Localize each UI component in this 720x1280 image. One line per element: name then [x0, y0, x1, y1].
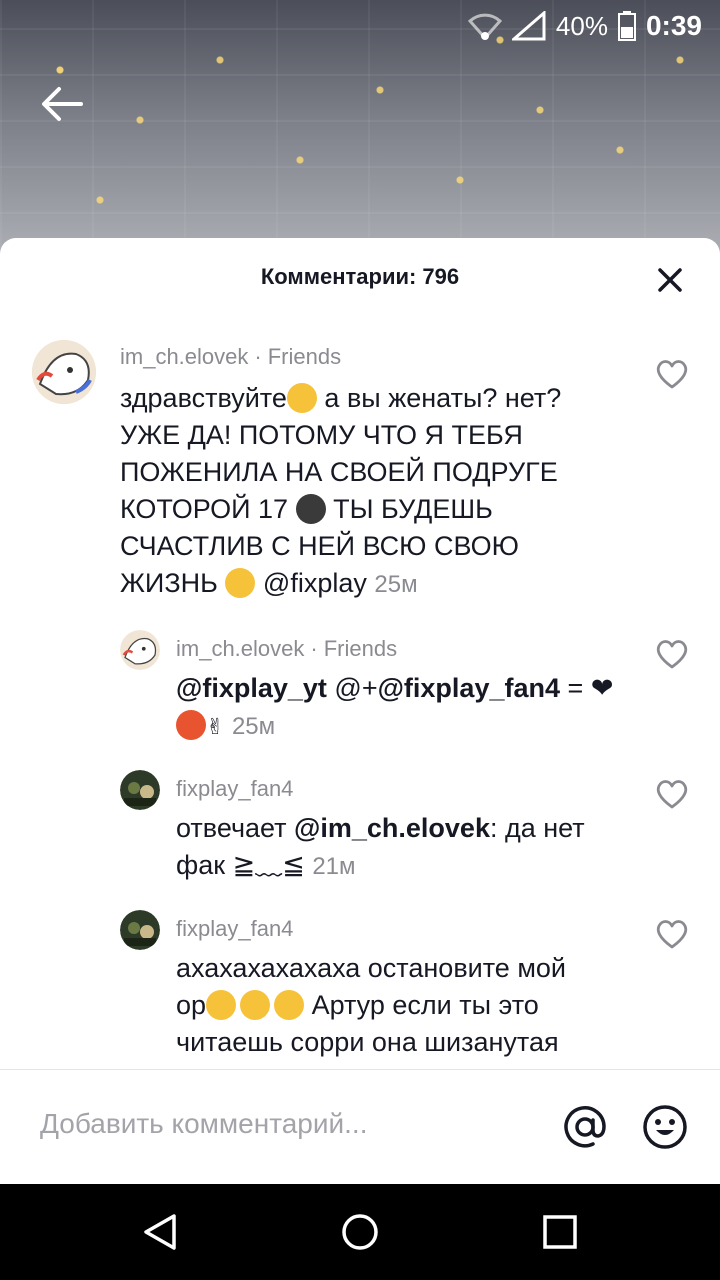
avatar[interactable] — [120, 910, 160, 950]
mention-link[interactable]: @fixplay_fan4 — [378, 673, 560, 703]
like-button[interactable] — [654, 356, 690, 392]
mention-link[interactable]: @im_ch.elovek — [294, 813, 490, 843]
comment-time: 21м — [312, 853, 356, 880]
dark-moon-emoji-icon — [295, 494, 326, 524]
heart-icon — [656, 640, 688, 669]
username-row: fixplay_fan4 — [176, 776, 293, 802]
back-button[interactable] — [38, 80, 86, 128]
nav-recents-button[interactable] — [540, 1212, 580, 1252]
smiley-icon — [643, 1105, 687, 1149]
devil-emoji-icon — [176, 710, 206, 740]
username[interactable]: fixplay_fan4 — [176, 916, 293, 941]
username-row: fixplay_fan4 — [176, 916, 293, 942]
comment-input[interactable]: Добавить комментарий... — [40, 1108, 367, 1140]
battery-percent: 40% — [555, 10, 608, 41]
like-button[interactable] — [654, 636, 690, 672]
username-row: im_ch.elovek · Friends — [176, 636, 398, 661]
mention-link[interactable]: @fixplay_yt — [176, 673, 327, 703]
avatar[interactable] — [120, 630, 160, 670]
nav-back-button[interactable] — [140, 1212, 180, 1252]
wifi-icon — [467, 12, 502, 40]
reply-item: fixplay_fan4 отвечает @im_ch.elovek: да … — [0, 754, 720, 894]
comment-text: здравствуйте а вы женаты? нет? УЖЕ ДА! П… — [120, 383, 562, 598]
sheet-header: Комментарии: 796 — [0, 238, 720, 314]
signal-icon — [511, 11, 546, 41]
friends-tag: Friends — [267, 344, 342, 369]
username[interactable]: fixplay_fan4 — [176, 776, 293, 801]
comment-text: отвечает @im_ch.elovek: да нет фак ≧﹏≦ 2… — [176, 813, 585, 880]
heart-emoji: ❤ — [590, 673, 614, 703]
system-nav-bar — [0, 1184, 720, 1280]
close-icon — [658, 268, 682, 292]
laughing-emoji-icon — [274, 990, 305, 1020]
heart-icon — [656, 360, 688, 389]
reply-item: fixplay_fan4 ахахахахахаха остановите мо… — [0, 894, 720, 1070]
comment-text: @fixplay_yt @+@fixplay_fan4 = ❤ ✌ 25м — [176, 673, 614, 740]
like-button[interactable] — [654, 776, 690, 812]
comment-input-bar: Добавить комментарий... — [0, 1069, 720, 1184]
comment-time: 25м — [231, 713, 276, 740]
username[interactable]: im_ch.elovek — [176, 636, 304, 661]
emoji-button[interactable] — [642, 1104, 688, 1150]
close-button[interactable] — [654, 264, 686, 296]
mention-button[interactable] — [562, 1104, 608, 1150]
laughing-emoji-icon — [240, 990, 271, 1020]
comment-item: im_ch.elovek · Friends здравствуйте а вы ж… — [0, 314, 720, 614]
smirk-emoji-icon — [286, 383, 317, 413]
arrow-left-icon — [42, 87, 83, 121]
comment-text: ахахахахахаха остановите мой ор Артур ес… — [176, 953, 566, 1057]
status-bar: 40% 0:39 — [0, 0, 720, 52]
comment-time: 25м — [374, 571, 418, 598]
friends-tag: Friends — [323, 636, 398, 661]
comments-count-title: Комментарии: 796 — [260, 264, 460, 289]
like-button[interactable] — [654, 916, 690, 952]
nav-home-button[interactable] — [340, 1212, 380, 1252]
status-time: 0:39 — [645, 10, 702, 41]
triangle-back-icon — [144, 1214, 176, 1250]
username[interactable]: im_ch.elovek — [120, 344, 248, 369]
avatar[interactable] — [32, 340, 96, 404]
square-recents-icon — [543, 1215, 577, 1249]
at-sign-icon — [564, 1106, 606, 1148]
comments-list[interactable]: im_ch.elovek · Friends здравствуйте а вы ж… — [0, 314, 720, 1070]
username-row: im_ch.elovek · Friends — [120, 344, 342, 369]
avatar[interactable] — [120, 770, 160, 810]
circle-home-icon — [342, 1214, 378, 1250]
kissing-emoji-icon — [225, 568, 256, 598]
reply-item: im_ch.elovek · Friends @fixplay_yt @+@fixp… — [0, 614, 720, 754]
heart-icon — [656, 780, 688, 809]
laughing-emoji-icon — [206, 990, 237, 1020]
comments-sheet: Комментарии: 796 im_ch.elovek · Friends зд… — [0, 238, 720, 1184]
heart-icon — [656, 920, 688, 949]
victory-hand-emoji: ✌ — [206, 714, 225, 739]
battery-icon — [617, 11, 636, 41]
mention-link[interactable]: @fixplay — [263, 568, 367, 598]
